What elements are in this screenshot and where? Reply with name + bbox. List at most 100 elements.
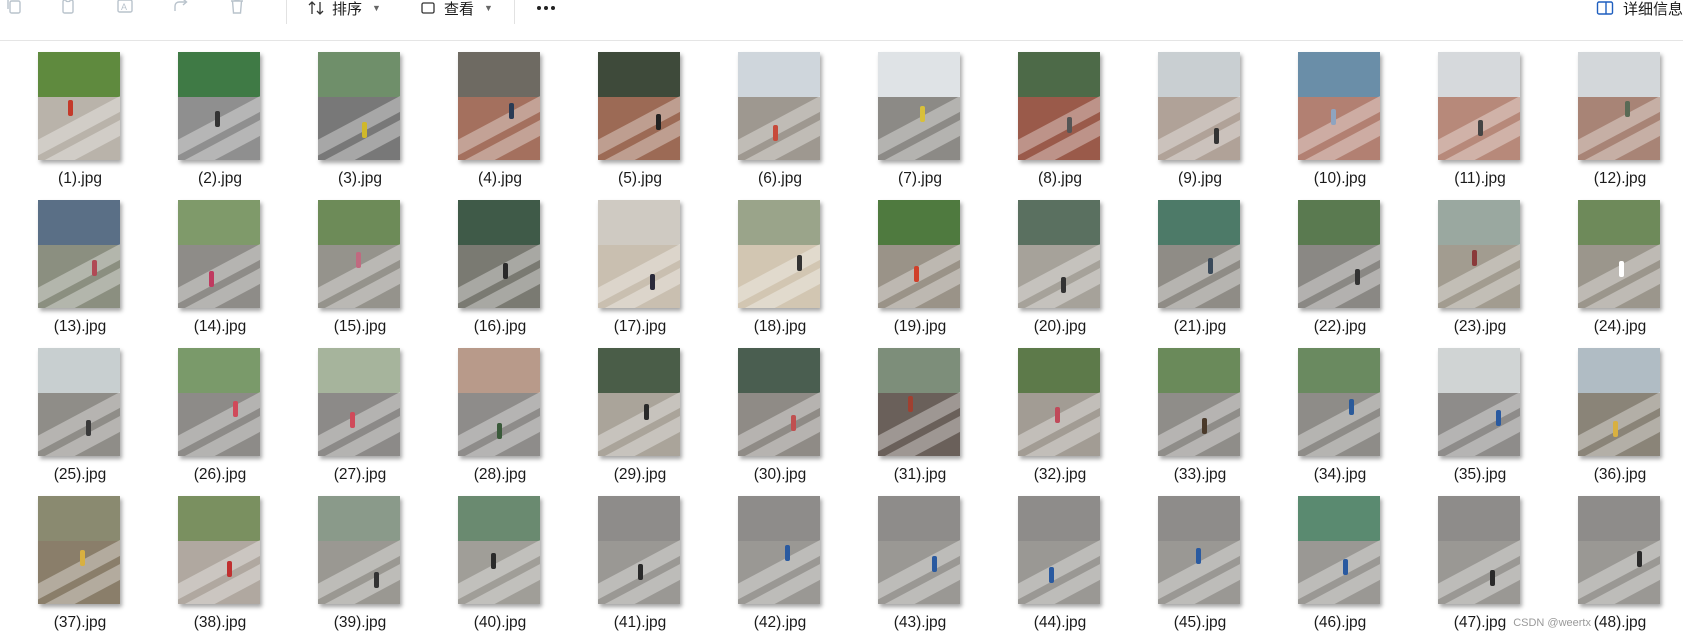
file-thumbnail[interactable]: [178, 348, 260, 456]
file-thumbnail[interactable]: [178, 496, 260, 604]
file-thumbnail[interactable]: [458, 200, 540, 308]
file-thumbnail[interactable]: [1158, 348, 1240, 456]
file-thumbnail[interactable]: [1298, 348, 1380, 456]
view-button[interactable]: 查看 ▼: [418, 0, 493, 20]
file-item[interactable]: (24).jpg: [1550, 200, 1683, 348]
file-item[interactable]: (12).jpg: [1550, 52, 1683, 200]
file-item[interactable]: (37).jpg: [10, 496, 150, 644]
file-thumbnail[interactable]: [1158, 200, 1240, 308]
file-thumbnail[interactable]: [1158, 52, 1240, 160]
file-thumbnail[interactable]: [178, 200, 260, 308]
file-item[interactable]: (5).jpg: [570, 52, 710, 200]
file-thumbnail[interactable]: [1018, 200, 1100, 308]
file-thumbnail[interactable]: [1018, 348, 1100, 456]
file-thumbnail[interactable]: [318, 52, 400, 160]
file-item[interactable]: (4).jpg: [430, 52, 570, 200]
file-item[interactable]: (45).jpg: [1130, 496, 1270, 644]
file-thumbnail[interactable]: [1578, 496, 1660, 604]
file-thumbnail[interactable]: [1438, 200, 1520, 308]
file-thumbnail[interactable]: [1158, 496, 1240, 604]
file-thumbnail[interactable]: [178, 52, 260, 160]
file-item[interactable]: (25).jpg: [10, 348, 150, 496]
file-item[interactable]: (21).jpg: [1130, 200, 1270, 348]
file-item[interactable]: (35).jpg: [1410, 348, 1550, 496]
file-item[interactable]: (10).jpg: [1270, 52, 1410, 200]
file-thumbnail[interactable]: [738, 496, 820, 604]
file-item[interactable]: (17).jpg: [570, 200, 710, 348]
file-thumbnail[interactable]: [318, 348, 400, 456]
file-thumbnail[interactable]: [1438, 348, 1520, 456]
file-item[interactable]: (38).jpg: [150, 496, 290, 644]
file-thumbnail[interactable]: [38, 496, 120, 604]
file-thumbnail[interactable]: [38, 348, 120, 456]
file-item[interactable]: (27).jpg: [290, 348, 430, 496]
file-thumbnail[interactable]: [878, 496, 960, 604]
file-item[interactable]: (9).jpg: [1130, 52, 1270, 200]
file-item[interactable]: (40).jpg: [430, 496, 570, 644]
file-item[interactable]: (28).jpg: [430, 348, 570, 496]
file-thumbnail[interactable]: [598, 348, 680, 456]
file-item[interactable]: (19).jpg: [850, 200, 990, 348]
share-icon[interactable]: [169, 0, 193, 18]
more-options-button[interactable]: [534, 0, 558, 20]
file-item[interactable]: (15).jpg: [290, 200, 430, 348]
file-item[interactable]: (36).jpg: [1550, 348, 1683, 496]
file-thumbnail[interactable]: [598, 52, 680, 160]
file-item[interactable]: (44).jpg: [990, 496, 1130, 644]
copy-icon[interactable]: [2, 0, 26, 18]
file-thumbnail[interactable]: [878, 52, 960, 160]
file-thumbnail[interactable]: [38, 200, 120, 308]
file-thumbnail[interactable]: [738, 200, 820, 308]
file-item[interactable]: (34).jpg: [1270, 348, 1410, 496]
file-thumbnail[interactable]: [458, 52, 540, 160]
file-thumbnail[interactable]: [458, 348, 540, 456]
file-item[interactable]: (3).jpg: [290, 52, 430, 200]
file-thumbnail[interactable]: [38, 52, 120, 160]
file-thumbnail[interactable]: [1298, 52, 1380, 160]
file-thumbnail[interactable]: [738, 52, 820, 160]
file-thumbnail[interactable]: [318, 200, 400, 308]
file-thumbnail[interactable]: [1018, 52, 1100, 160]
file-item[interactable]: (46).jpg: [1270, 496, 1410, 644]
file-item[interactable]: (16).jpg: [430, 200, 570, 348]
file-thumbnail[interactable]: [1578, 52, 1660, 160]
sort-button[interactable]: 排序 ▼: [306, 0, 381, 20]
file-thumbnail[interactable]: [1018, 496, 1100, 604]
paste-icon[interactable]: [56, 0, 80, 18]
file-thumbnail[interactable]: [598, 200, 680, 308]
file-item[interactable]: (14).jpg: [150, 200, 290, 348]
file-item[interactable]: (2).jpg: [150, 52, 290, 200]
file-item[interactable]: (42).jpg: [710, 496, 850, 644]
file-item[interactable]: (32).jpg: [990, 348, 1130, 496]
file-thumbnail[interactable]: [1298, 200, 1380, 308]
file-item[interactable]: (1).jpg: [10, 52, 150, 200]
file-item[interactable]: (7).jpg: [850, 52, 990, 200]
rename-icon[interactable]: A: [113, 0, 137, 18]
file-thumbnail[interactable]: [878, 348, 960, 456]
file-item[interactable]: (23).jpg: [1410, 200, 1550, 348]
file-item[interactable]: (11).jpg: [1410, 52, 1550, 200]
file-item[interactable]: (41).jpg: [570, 496, 710, 644]
file-item[interactable]: (8).jpg: [990, 52, 1130, 200]
file-item[interactable]: (20).jpg: [990, 200, 1130, 348]
file-item[interactable]: (39).jpg: [290, 496, 430, 644]
file-thumbnail[interactable]: [458, 496, 540, 604]
file-thumbnail[interactable]: [1438, 52, 1520, 160]
file-item[interactable]: (30).jpg: [710, 348, 850, 496]
file-item[interactable]: (43).jpg: [850, 496, 990, 644]
file-thumbnail[interactable]: [1298, 496, 1380, 604]
file-item[interactable]: (31).jpg: [850, 348, 990, 496]
file-item[interactable]: (18).jpg: [710, 200, 850, 348]
file-item[interactable]: (6).jpg: [710, 52, 850, 200]
file-thumbnail[interactable]: [318, 496, 400, 604]
file-item[interactable]: (22).jpg: [1270, 200, 1410, 348]
file-item[interactable]: (13).jpg: [10, 200, 150, 348]
delete-icon[interactable]: [225, 0, 249, 18]
file-item[interactable]: (33).jpg: [1130, 348, 1270, 496]
file-thumbnail[interactable]: [878, 200, 960, 308]
file-thumbnail[interactable]: [1578, 200, 1660, 308]
file-item[interactable]: (29).jpg: [570, 348, 710, 496]
file-item[interactable]: (26).jpg: [150, 348, 290, 496]
details-pane-button[interactable]: 详细信息: [1595, 0, 1683, 20]
file-thumbnail[interactable]: [1578, 348, 1660, 456]
